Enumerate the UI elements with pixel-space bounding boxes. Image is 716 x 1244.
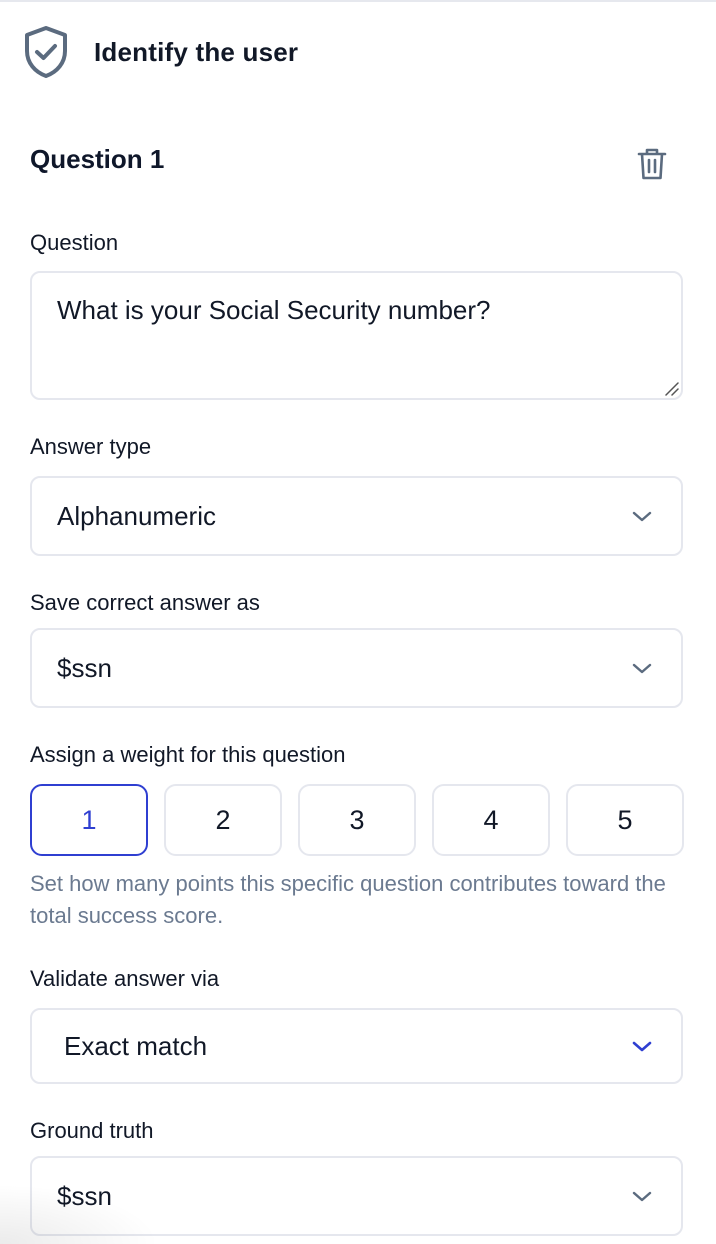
answer-type-label: Answer type [30,434,152,459]
trash-icon [637,148,667,180]
chevron-down-icon [632,1191,652,1202]
validate-label: Validate answer via [30,966,220,991]
answer-type-select[interactable]: Alphanumeric [30,476,683,556]
chevron-down-icon [632,511,652,522]
weight-option-5[interactable]: 5 [566,784,684,856]
weight-option-3[interactable]: 3 [298,784,416,856]
weight-hint: Set how many points this specific questi… [30,871,666,928]
weight-option-2[interactable]: 2 [164,784,282,856]
ground-truth-value: $ssn [57,1180,112,1211]
question-textarea[interactable]: What is your Social Security number? [30,271,683,400]
question-label: Question [30,230,119,255]
delete-question-button[interactable] [636,146,668,182]
question-heading: Question 1 [30,144,165,174]
shield-check-icon [22,25,70,79]
save-as-label: Save correct answer as [30,590,260,615]
validate-value: Exact match [64,1030,208,1061]
weight-label: Assign a weight for this question [30,742,346,767]
validate-select[interactable]: Exact match [30,1008,683,1084]
answer-type-value: Alphanumeric [57,500,216,531]
weight-option-1[interactable]: 1 [30,784,148,856]
panel-header: Identify the user [22,24,298,80]
question-text: What is your Social Security number? [57,295,491,325]
weight-option-4[interactable]: 4 [432,784,550,856]
chevron-down-icon [632,663,652,674]
chevron-down-icon [632,1041,652,1052]
question-editor-panel: Identify the user Question 1 Question Wh… [0,0,716,1244]
save-as-value: $ssn [57,652,112,683]
save-as-select[interactable]: $ssn [30,628,683,708]
ground-truth-label: Ground truth [30,1118,154,1143]
ground-truth-select[interactable]: $ssn [30,1156,683,1236]
panel-title: Identify the user [94,36,299,67]
weight-selector: 1 2 3 4 5 [30,784,684,856]
resize-handle-icon[interactable] [663,380,679,396]
